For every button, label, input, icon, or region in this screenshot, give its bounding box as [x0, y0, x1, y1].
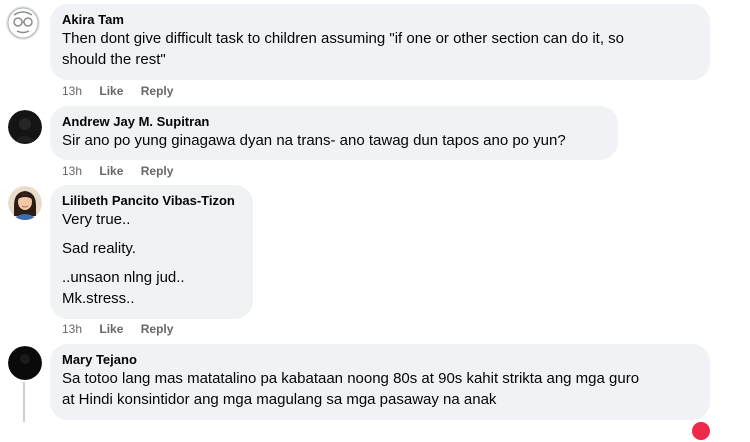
comment-author[interactable]: Akira Tam — [62, 11, 698, 28]
comment-text: Sa totoo lang mas matatalino pa kabataan… — [62, 370, 640, 387]
comment-bubble: Andrew Jay M. Supitran Sir ano po yung g… — [50, 106, 618, 160]
comment-actions: 13h Like Reply — [62, 83, 173, 99]
like-button[interactable]: Like — [99, 321, 123, 337]
comment-timestamp[interactable]: 13h — [62, 163, 82, 179]
comment-actions: 13h Like Reply — [62, 163, 173, 179]
comment-author[interactable]: Lilibeth Pancito Vibas-Tizon — [62, 192, 241, 209]
comment-author[interactable]: Mary Tejano — [62, 351, 698, 368]
avatar-lilibeth-icon[interactable] — [8, 186, 42, 220]
comment-bubble: Akira Tam Then dont give difficult task … — [50, 4, 710, 80]
reply-button[interactable]: Reply — [141, 321, 174, 337]
comment-timestamp[interactable]: 13h — [62, 83, 82, 99]
like-button[interactable]: Like — [99, 163, 123, 179]
avatar-mary-icon[interactable] — [8, 346, 42, 380]
comment-text: Sad reality. — [62, 240, 136, 257]
comment-actions: 13h Like Reply — [62, 321, 173, 337]
reply-thread-line — [23, 382, 25, 422]
avatar-andrew-icon[interactable] — [8, 110, 42, 144]
reply-button[interactable]: Reply — [141, 83, 174, 99]
comment-text: should the rest" — [62, 51, 166, 68]
comment-bubble: Lilibeth Pancito Vibas-Tizon Very true..… — [50, 185, 253, 319]
comment-text: Very true.. — [62, 211, 131, 228]
comment-text: Mk.stress.. — [62, 290, 135, 307]
reply-button[interactable]: Reply — [141, 163, 174, 179]
reaction-icon[interactable] — [690, 420, 712, 442]
avatar-akira-icon[interactable] — [6, 6, 40, 40]
comment-text: at Hindi konsintidor ang mga magulang sa… — [62, 391, 497, 408]
like-button[interactable]: Like — [99, 83, 123, 99]
comment-text: Then dont give difficult task to childre… — [62, 30, 625, 47]
comment-text: Sir ano po yung ginagawa dyan na trans- … — [62, 132, 566, 149]
comment-author[interactable]: Andrew Jay M. Supitran — [62, 113, 606, 130]
comment-timestamp[interactable]: 13h — [62, 321, 82, 337]
comment-bubble: Mary Tejano Sa totoo lang mas matatalino… — [50, 344, 710, 420]
comment-text: ..unsaon nlng jud.. — [62, 269, 185, 286]
